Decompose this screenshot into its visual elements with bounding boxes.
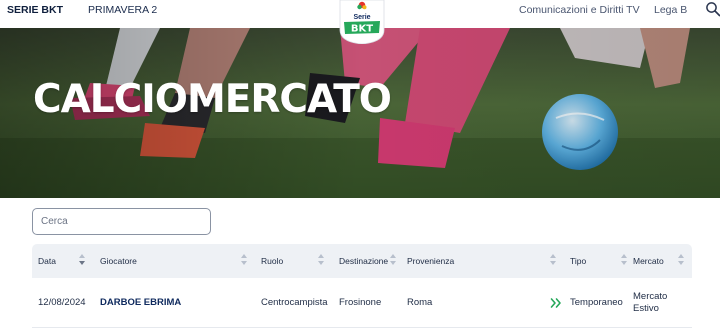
cell-provenienza: Roma: [407, 297, 433, 308]
column-header-mercato[interactable]: Mercato: [633, 244, 664, 278]
logo-serie-text: Serie: [353, 14, 370, 21]
column-header-ruolo[interactable]: Ruolo: [261, 244, 283, 278]
column-header-provenienza[interactable]: Provenienza: [407, 244, 454, 278]
sort-icon[interactable]: [318, 254, 324, 268]
sort-icon[interactable]: [550, 254, 556, 268]
nav-comunicazioni-diritti-tv[interactable]: Comunicazioni e Diritti TV: [519, 4, 640, 16]
table-header: Data Giocatore Ruolo Destinazione Proven…: [32, 244, 692, 278]
sort-icon[interactable]: [621, 254, 627, 268]
column-header-data[interactable]: Data: [38, 244, 56, 278]
cell-giocatore[interactable]: DARBOE EBRIMA: [100, 278, 181, 328]
search-icon[interactable]: [705, 1, 720, 17]
cell-tipo: Temporaneo: [570, 297, 623, 308]
sort-icon[interactable]: [241, 254, 247, 268]
column-header-tipo[interactable]: Tipo: [570, 244, 586, 278]
page-title: CALCIOMERCATO: [33, 77, 392, 122]
cell-mercato: Mercato Estivo: [633, 291, 668, 314]
column-header-giocatore[interactable]: Giocatore: [100, 244, 137, 278]
cell-ruolo: Centrocampista: [261, 297, 328, 308]
table-row[interactable]: 12/08/2024 DARBOE EBRIMA Centrocampista …: [32, 278, 692, 328]
sort-icon[interactable]: [79, 254, 85, 268]
search-input[interactable]: [32, 208, 211, 235]
cell-data: 12/08/2024: [38, 297, 86, 308]
sort-icon[interactable]: [678, 254, 684, 268]
nav-primavera-2[interactable]: PRIMAVERA 2: [88, 4, 157, 16]
serie-bkt-logo[interactable]: Serie BKT: [337, 0, 387, 44]
logo-bkt-text: BKT: [351, 24, 373, 35]
cell-destinazione: Frosinone: [339, 297, 382, 308]
hero-banner: CALCIOMERCATO: [0, 28, 720, 198]
double-chevron-right-icon: [550, 298, 561, 308]
column-header-destinazione[interactable]: Destinazione: [339, 244, 388, 278]
nav-serie-bkt[interactable]: SERIE BKT: [7, 4, 63, 16]
nav-lega-b[interactable]: Lega B: [654, 4, 687, 16]
sort-icon[interactable]: [390, 254, 396, 268]
